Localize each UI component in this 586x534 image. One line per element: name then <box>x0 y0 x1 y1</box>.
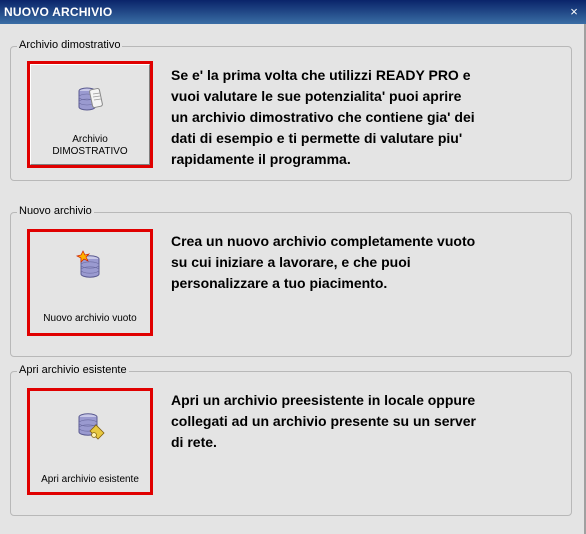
description-text: Crea un nuovo archivio completamente vuo… <box>171 231 551 294</box>
close-icon[interactable]: × <box>566 4 582 19</box>
description-text: Apri un archivio preesistente in locale … <box>171 390 551 453</box>
archivio-dimostrativo-button[interactable]: Archivio DIMOSTRATIVO <box>27 61 153 168</box>
button-caption: Archivio DIMOSTRATIVO <box>31 134 149 158</box>
group-label: Nuovo archivio <box>17 205 94 217</box>
apri-archivio-esistente-button[interactable]: Apri archivio esistente <box>27 388 153 495</box>
button-caption: Apri archivio esistente <box>41 474 139 485</box>
group-apri-archivio-esistente: Apri archivio esistente Apri archivio es… <box>10 364 572 516</box>
window-client-area: Archivio dimostrativo Archivio DIMOSTRAT… <box>0 24 586 534</box>
group-nuovo-archivio: Nuovo archivio Nuovo archivio vuoto Crea… <box>10 205 572 357</box>
description-line: personalizzare a tuo piacimento. <box>171 275 388 291</box>
window-title: NUOVO ARCHIVIO <box>4 5 113 19</box>
button-caption-line2: DIMOSTRATIVO <box>52 146 128 157</box>
group-archivio-dimostrativo: Archivio dimostrativo Archivio DIMOSTRAT… <box>10 39 572 181</box>
description-line: dati di esempio e ti permette di valutar… <box>171 130 463 146</box>
description-line: un archivio dimostrativo che contiene gi… <box>171 109 475 125</box>
button-caption: Nuovo archivio vuoto <box>43 313 137 324</box>
description-text: Se e' la prima volta che utilizzi READY … <box>171 65 551 170</box>
database-open-icon <box>78 413 105 440</box>
group-label: Archivio dimostrativo <box>17 39 123 51</box>
description-line: di rete. <box>171 434 217 450</box>
database-scroll-icon <box>78 87 103 111</box>
nuovo-archivio-vuoto-button[interactable]: Nuovo archivio vuoto <box>27 229 153 336</box>
description-line: su cui iniziare a lavorare, e che puoi <box>171 254 411 270</box>
description-line: rapidamente il programma. <box>171 151 351 167</box>
group-label: Apri archivio esistente <box>17 364 129 376</box>
description-line: Se e' la prima volta che utilizzi READY … <box>171 67 471 83</box>
description-line: vuoi valutare le sue potenzialita' puoi … <box>171 88 462 104</box>
window-titlebar: NUOVO ARCHIVIO × <box>0 0 586 24</box>
button-caption-line1: Archivio <box>72 134 108 145</box>
description-line: Apri un archivio preesistente in locale … <box>171 392 476 408</box>
description-line: collegati ad un archivio presente su un … <box>171 413 476 429</box>
database-new-icon <box>75 250 100 278</box>
description-line: Crea un nuovo archivio completamente vuo… <box>171 233 476 249</box>
